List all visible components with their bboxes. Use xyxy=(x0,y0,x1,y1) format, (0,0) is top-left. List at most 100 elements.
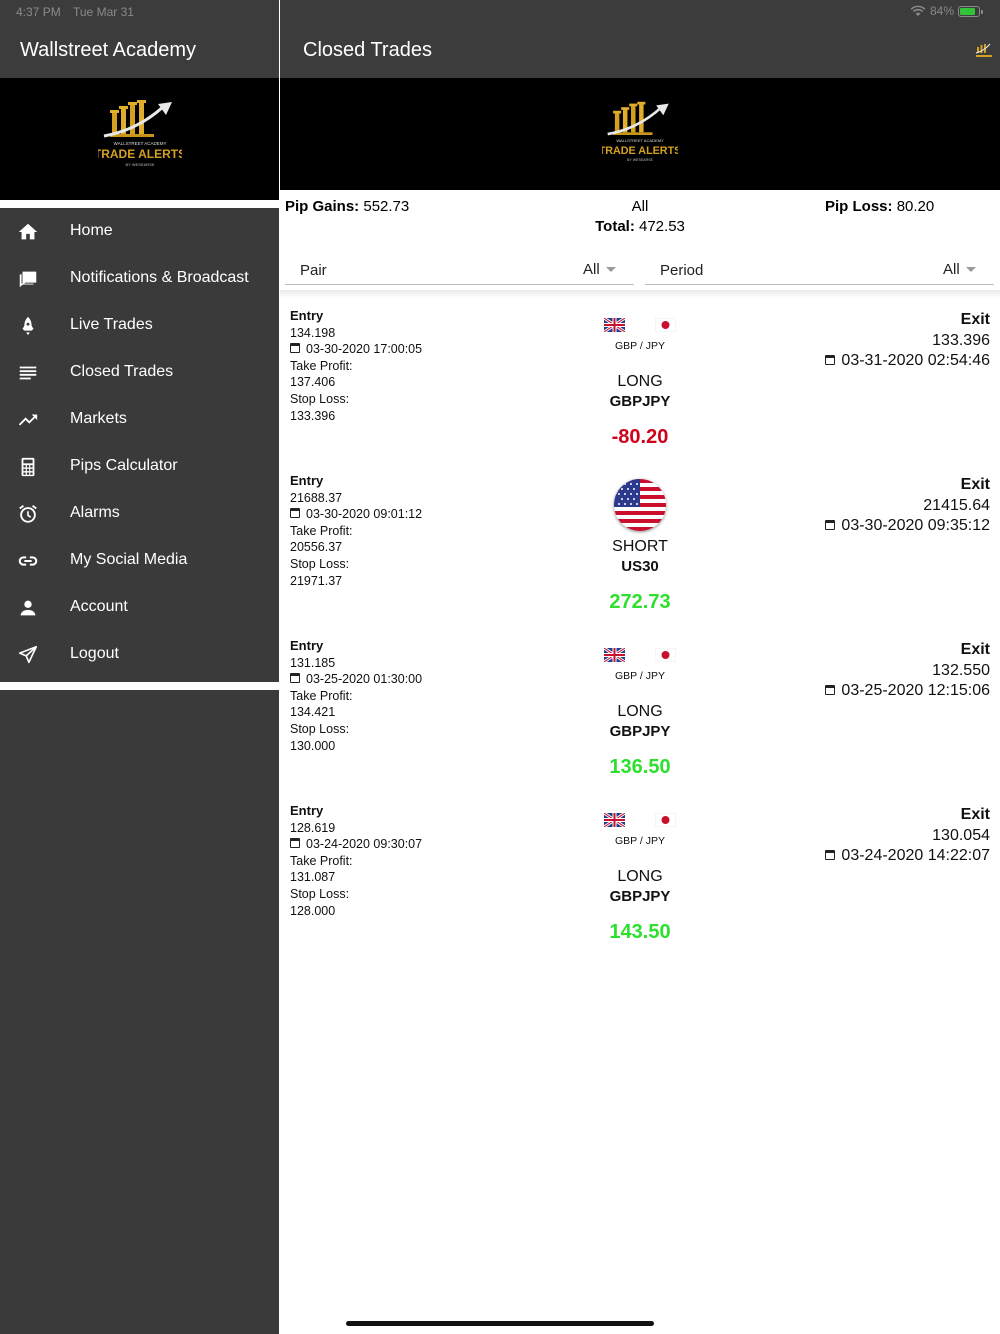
header-logo xyxy=(975,43,992,57)
divider xyxy=(0,200,279,208)
trade-alerts-logo: WALLSTREET ACADEMY TRADE ALERTS BY WESEA… xyxy=(98,100,182,167)
pair-code: GBP / JPY xyxy=(615,835,665,847)
take-profit-value: 131.087 xyxy=(290,870,336,885)
calendar-icon xyxy=(825,685,836,696)
total: Total: 472.53 xyxy=(280,218,1000,235)
trade-row[interactable]: Entry 131.185 03-25-2020 01:30:00 Take P… xyxy=(280,628,1000,793)
entry-date: 03-30-2020 09:01:12 xyxy=(306,507,423,522)
calendar-icon xyxy=(825,850,836,861)
sidebar-item-closed-trades[interactable]: Closed Trades xyxy=(0,349,279,396)
sidebar-item-label: Markets xyxy=(70,410,127,427)
trending-up-icon xyxy=(18,414,38,426)
chat-icon xyxy=(19,271,37,288)
entry-label: Entry xyxy=(290,473,324,488)
logo-bottom-text: BY WESEARSE xyxy=(627,158,654,162)
divider xyxy=(0,682,279,690)
entry-label: Entry xyxy=(290,308,324,323)
total-label: Total: xyxy=(595,218,635,235)
uk-flag-icon xyxy=(604,813,625,827)
entry-label: Entry xyxy=(290,638,324,653)
rocket-icon xyxy=(22,316,34,336)
calculator-icon xyxy=(21,457,35,477)
take-profit-label: Take Profit: xyxy=(290,358,353,373)
battery-percent: 84% xyxy=(929,4,954,18)
trade-exit-block: Exit 130.054 03-24-2020 14:22:07 xyxy=(825,805,990,867)
sidebar-item-social-media[interactable]: My Social Media xyxy=(0,537,279,584)
trade-instrument: GBP / JPY LONG GBPJPY -80.20 xyxy=(570,298,710,463)
exit-date-row: 03-25-2020 12:15:06 xyxy=(825,681,990,702)
trade-exit-block: Exit 133.396 03-31-2020 02:54:46 xyxy=(825,310,990,372)
exit-label: Exit xyxy=(960,641,990,658)
sidebar-item-label: Notifications & Broadcast xyxy=(70,269,249,286)
trade-pips: 143.50 xyxy=(609,921,671,943)
pair-filter[interactable]: Pair All xyxy=(285,240,634,285)
stop-loss-value: 21971.37 xyxy=(290,573,343,588)
trade-row[interactable]: Entry 21688.37 03-30-2020 09:01:12 Take … xyxy=(280,463,1000,628)
entry-price: 131.185 xyxy=(290,655,336,670)
sidebar-item-account[interactable]: Account xyxy=(0,584,279,631)
sidebar-item-label: Pips Calculator xyxy=(70,457,178,474)
home-icon xyxy=(18,223,38,240)
logo-main-text: TRADE ALERTS xyxy=(98,147,182,161)
sidebar-item-label: My Social Media xyxy=(70,551,188,568)
battery-fill xyxy=(960,7,976,15)
sidebar-item-markets[interactable]: Markets xyxy=(0,396,279,443)
filters: Pair All Period All xyxy=(280,240,1000,298)
japan-flag-icon xyxy=(655,318,676,332)
trade-entry-block: Entry 134.198 03-30-2020 17:00:05 Take P… xyxy=(290,308,422,424)
sidebar-item-alarms[interactable]: Alarms xyxy=(0,490,279,537)
sidebar-banner: WALLSTREET ACADEMY TRADE ALERTS BY WESEA… xyxy=(0,78,279,200)
sidebar-item-pips-calculator[interactable]: Pips Calculator xyxy=(0,443,279,490)
page-title: Closed Trades xyxy=(303,39,432,61)
entry-price: 134.198 xyxy=(290,325,336,340)
trade-direction: SHORT xyxy=(612,538,668,555)
status-date: Tue Mar 31 xyxy=(73,5,134,19)
sidebar-item-label: Home xyxy=(70,222,113,239)
pair-code: GBP / JPY xyxy=(615,340,665,352)
logo-top-text: WALLSTREET ACADEMY xyxy=(616,138,664,143)
trade-symbol: US30 xyxy=(621,558,659,575)
calendar-icon xyxy=(290,673,300,684)
exit-label: Exit xyxy=(960,806,990,823)
sidebar-item-logout[interactable]: Logout xyxy=(0,631,279,678)
main-banner: WALLSTREET ACADEMY TRADE ALERTS BY WESEA… xyxy=(280,78,1000,190)
sidebar-item-home[interactable]: Home xyxy=(0,208,279,255)
pair-flags xyxy=(570,813,710,829)
calendar-icon xyxy=(290,508,300,519)
sidebar-item-notifications[interactable]: Notifications & Broadcast xyxy=(0,255,279,302)
trade-row[interactable]: Entry 128.619 03-24-2020 09:30:07 Take P… xyxy=(280,793,1000,958)
uk-flag-icon xyxy=(604,648,625,662)
entry-date-row: 03-25-2020 01:30:00 xyxy=(290,671,422,688)
trade-row[interactable]: Entry 134.198 03-30-2020 17:00:05 Take P… xyxy=(280,298,1000,463)
period-filter[interactable]: Period All xyxy=(645,240,994,285)
home-indicator[interactable] xyxy=(346,1321,654,1326)
japan-flag-icon xyxy=(655,813,676,827)
trade-symbol: GBPJPY xyxy=(609,393,671,410)
take-profit-label: Take Profit: xyxy=(290,688,353,703)
sidebar: Wallstreet Academy WALLSTREET ACADEMY TR… xyxy=(0,0,279,1334)
sidebar-item-live-trades[interactable]: Live Trades xyxy=(0,302,279,349)
trade-symbol: GBPJPY xyxy=(609,723,671,740)
pair-filter-label: Pair xyxy=(300,262,327,279)
trade-direction: LONG xyxy=(617,868,663,885)
stop-loss-value: 130.000 xyxy=(290,738,336,753)
pair-flags xyxy=(570,648,710,664)
logo-main-text: TRADE ALERTS xyxy=(602,145,678,157)
exit-price: 130.054 xyxy=(932,826,990,844)
exit-date: 03-30-2020 09:35:12 xyxy=(841,517,990,535)
take-profit-label: Take Profit: xyxy=(290,523,353,538)
entry-date: 03-24-2020 09:30:07 xyxy=(306,837,423,852)
trade-pips: -80.20 xyxy=(611,426,669,448)
trade-entry-block: Entry 131.185 03-25-2020 01:30:00 Take P… xyxy=(290,638,422,754)
uk-flag-icon xyxy=(604,318,625,332)
sidebar-title: Wallstreet Academy xyxy=(20,39,196,61)
logo-top-text: WALLSTREET ACADEMY xyxy=(113,141,166,146)
sidebar-item-label: Alarms xyxy=(70,504,120,521)
exit-price: 132.550 xyxy=(932,661,990,679)
total-value: 472.53 xyxy=(639,218,685,235)
entry-date-row: 03-30-2020 17:00:05 xyxy=(290,341,422,358)
stop-loss-value: 128.000 xyxy=(290,903,336,918)
sidebar-item-label: Closed Trades xyxy=(70,363,174,380)
trade-entry-block: Entry 21688.37 03-30-2020 09:01:12 Take … xyxy=(290,473,422,589)
calendar-icon xyxy=(825,355,836,366)
